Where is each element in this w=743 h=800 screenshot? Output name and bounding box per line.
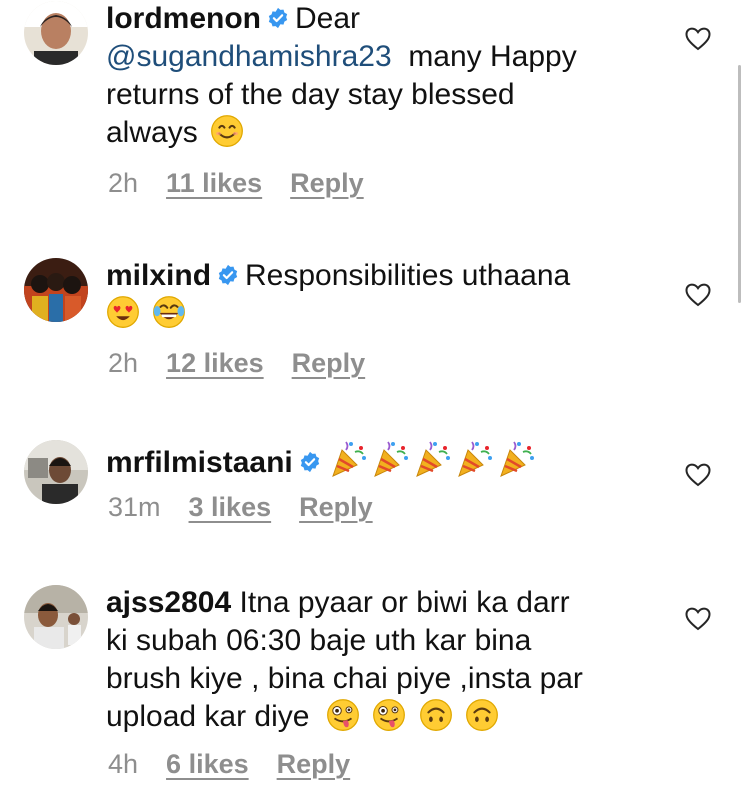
likes-link[interactable]: 12 likes — [166, 348, 264, 378]
verified-badge-icon — [267, 7, 289, 29]
party-popper-emoji-icon — [499, 441, 534, 477]
reply-button[interactable]: Reply — [277, 749, 351, 779]
likes-link[interactable]: 3 likes — [189, 492, 272, 522]
party-popper-emoji-icon — [331, 441, 366, 477]
mention-link[interactable]: @sugandhamishra23 — [106, 40, 392, 73]
like-heart-icon[interactable] — [685, 607, 711, 631]
timestamp: 2h — [108, 348, 139, 378]
username[interactable]: milxind — [106, 259, 211, 292]
zany-face-emoji-icon — [372, 698, 406, 732]
timestamp: 2h — [108, 168, 139, 198]
verified-badge-icon — [217, 264, 239, 286]
comment-text: milxind Responsibilities uthaana — [106, 257, 646, 333]
likes-link[interactable]: 11 likes — [166, 168, 262, 198]
username[interactable]: mrfilmistaani — [106, 446, 293, 479]
avatar[interactable] — [24, 1, 88, 65]
avatar[interactable] — [24, 440, 88, 504]
comment-meta: 2h 12 likes Reply — [108, 348, 393, 379]
smiling-face-emoji-icon — [210, 114, 244, 148]
party-popper-emoji-icon — [457, 441, 492, 477]
comment-text: ajss2804 Itna pyaar or biwi ka darr ki s… — [106, 586, 583, 733]
reply-button[interactable]: Reply — [292, 348, 366, 378]
like-heart-icon[interactable] — [685, 463, 711, 487]
avatar[interactable] — [24, 585, 88, 649]
reply-button[interactable]: Reply — [290, 168, 364, 198]
timestamp: 31m — [108, 492, 161, 522]
scrollbar[interactable] — [738, 65, 741, 303]
like-heart-icon[interactable] — [685, 27, 711, 51]
avatar[interactable] — [24, 258, 88, 322]
zany-face-emoji-icon — [326, 698, 360, 732]
likes-link[interactable]: 6 likes — [166, 749, 249, 779]
like-heart-icon[interactable] — [685, 283, 711, 307]
username[interactable]: lordmenon — [106, 2, 261, 35]
verified-badge-icon — [299, 451, 321, 473]
comment-meta: 4h 6 likes Reply — [108, 749, 378, 780]
upside-down-face-emoji-icon — [419, 698, 453, 732]
upside-down-face-emoji-icon — [465, 698, 499, 732]
username[interactable]: ajss2804 — [106, 586, 231, 619]
comment-meta: 31m 3 likes Reply — [108, 492, 401, 523]
party-popper-emoji-icon — [373, 441, 408, 477]
heart-eyes-face-emoji-icon — [106, 295, 140, 329]
tears-of-joy-face-emoji-icon — [152, 295, 186, 329]
comment-text: mrfilmistaani — [106, 438, 646, 482]
comment-text: lordmenon Dear @sugandhamishra23 many Hap… — [106, 2, 577, 149]
party-popper-emoji-icon — [415, 441, 450, 477]
reply-button[interactable]: Reply — [299, 492, 373, 522]
comment-meta: 2h 11 likes Reply — [108, 168, 392, 199]
timestamp: 4h — [108, 749, 139, 779]
